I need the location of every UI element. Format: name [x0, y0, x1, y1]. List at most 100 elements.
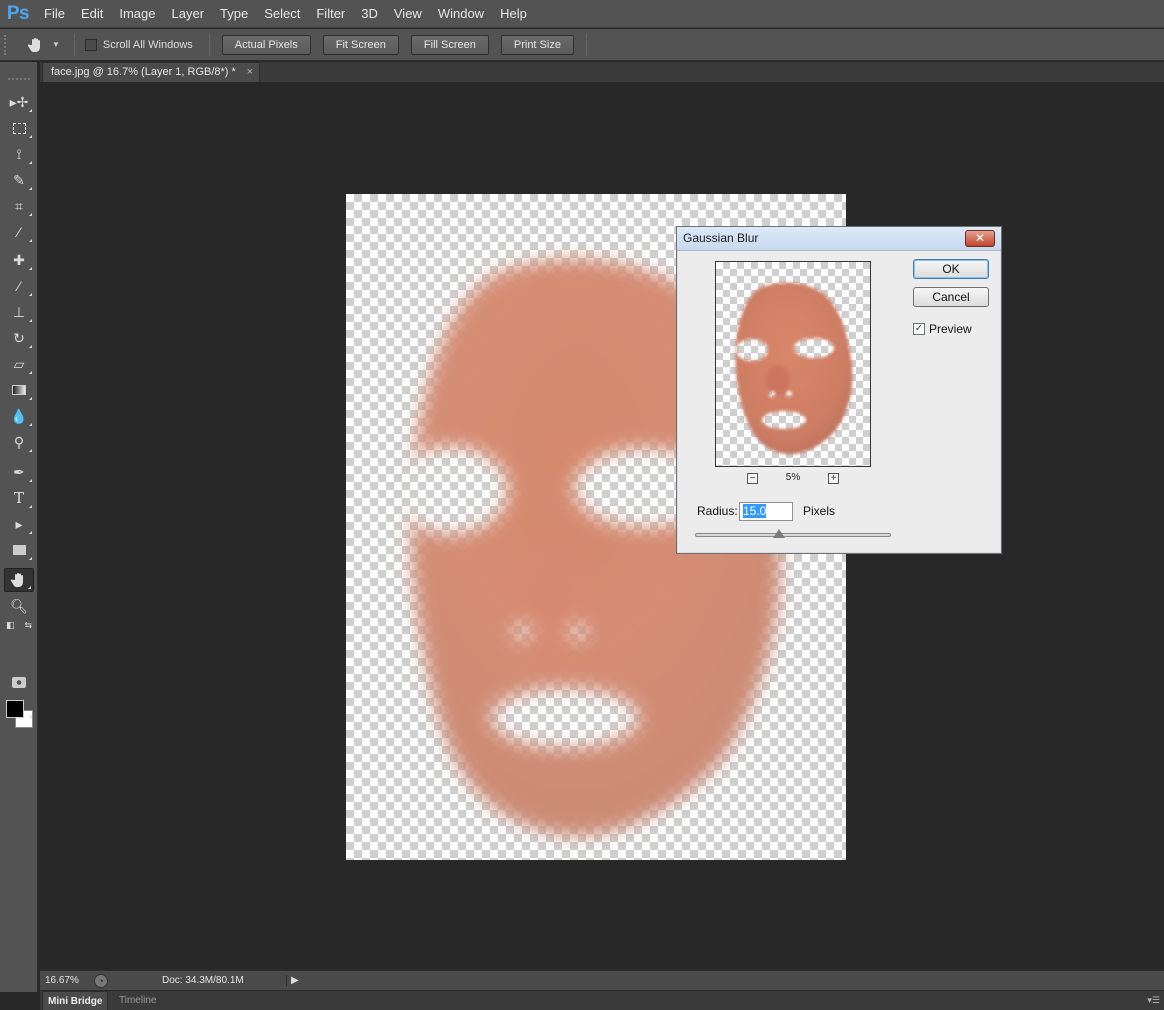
lasso-tool[interactable]: ⟟ [4, 142, 34, 166]
status-info-icon[interactable]: ◔ [94, 973, 108, 988]
swap-colors-icon: ⇆ [24, 619, 32, 630]
swap-colors[interactable]: ◧ ⇆ [4, 618, 34, 632]
crop-tool[interactable]: ⌗ [4, 194, 34, 218]
marquee-tool[interactable] [4, 116, 34, 140]
filter-preview[interactable] [715, 261, 871, 467]
actual-pixels-button[interactable]: Actual Pixels [221, 34, 311, 55]
eyedropper-tool[interactable]: ⁄ [4, 220, 34, 244]
gradient-tool[interactable] [4, 378, 34, 402]
options-grip[interactable] [4, 34, 12, 55]
radius-slider-thumb[interactable] [773, 529, 785, 538]
pen-icon: ✒ [13, 463, 25, 480]
pen-tool[interactable]: ✒ [4, 460, 34, 484]
default-colors-icon: ◧ [6, 619, 15, 630]
stamp-tool[interactable]: ⊥ [4, 300, 34, 324]
move-icon: ▸✢ [9, 93, 29, 110]
hand-icon [10, 573, 23, 587]
foreground-color-swatch[interactable] [6, 700, 24, 718]
menu-type[interactable]: Type [212, 0, 256, 28]
document-tab-title: face.jpg @ 16.7% (Layer 1, RGB/8*) * [51, 66, 236, 78]
bottom-panel: Mini Bridge Timeline ▾☰ [40, 990, 1164, 1010]
menu-view[interactable]: View [386, 0, 430, 28]
zoom-out-button[interactable]: − [747, 473, 758, 484]
units-label: Pixels [803, 504, 836, 518]
eraser-tool[interactable]: ▱ [4, 352, 34, 376]
document-tab[interactable]: face.jpg @ 16.7% (Layer 1, RGB/8*) * × [42, 62, 260, 82]
blur-tool[interactable]: 💧 [4, 404, 34, 428]
dodge-icon: ⚲ [13, 433, 25, 450]
chevron-down-icon[interactable]: ▼ [52, 40, 60, 49]
menu-help[interactable]: Help [492, 0, 535, 28]
menu-select[interactable]: Select [256, 0, 308, 28]
hand-icon [27, 37, 40, 52]
gaussian-blur-dialog: Gaussian Blur ✕ − 5% + OK Cancel ✓ Previ… [676, 226, 1002, 554]
preview-zoom-level: 5% [785, 472, 801, 483]
menu-window[interactable]: Window [430, 0, 492, 28]
path-select-icon: ▸ [15, 515, 23, 532]
zoom-in-button[interactable]: + [828, 473, 839, 484]
menu-file[interactable]: File [36, 0, 73, 28]
dialog-titlebar[interactable]: Gaussian Blur ✕ [677, 227, 1001, 251]
cancel-button[interactable]: Cancel [913, 287, 989, 307]
menu-image[interactable]: Image [111, 0, 163, 28]
menu-edit[interactable]: Edit [73, 0, 111, 28]
zoom-icon: 🔍︎ [10, 597, 28, 614]
rectangle-tool[interactable] [4, 538, 34, 562]
photoshop-window: Ps File Edit Image Layer Type Select Fil… [0, 0, 1164, 1010]
dodge-tool[interactable]: ⚲ [4, 430, 34, 454]
menu-3d[interactable]: 3D [353, 0, 386, 28]
divider [208, 33, 210, 56]
path-select-tool[interactable]: ▸ [4, 512, 34, 536]
quick-mask-icon [12, 676, 26, 688]
fill-screen-button[interactable]: Fill Screen [410, 34, 489, 55]
menu-layer[interactable]: Layer [164, 0, 213, 28]
document-tab-bar: face.jpg @ 16.7% (Layer 1, RGB/8*) * × [40, 62, 1164, 82]
dialog-title: Gaussian Blur [683, 231, 759, 245]
radius-input[interactable]: 15.0 [739, 502, 793, 521]
brush-tool[interactable]: ⁄ [4, 274, 34, 298]
hand-tool[interactable] [4, 568, 34, 592]
preview-checkbox[interactable]: ✓ [913, 323, 925, 335]
menu-filter[interactable]: Filter [308, 0, 353, 28]
brush-icon: ⁄ [17, 278, 21, 294]
type-icon: T [13, 489, 24, 507]
tools-panel: ▸✢ ⟟ ✎ ⌗ ⁄ ✚ ⁄ ⊥ ↻ ▱ 💧 ⚲ ✒ T ▸ 🔍︎ ◧⇆ ⧉ [0, 62, 38, 992]
radius-label: Radius: [697, 504, 738, 518]
panel-menu-icon[interactable]: ▾☰ [1147, 995, 1160, 1006]
quick-mask-button[interactable] [4, 670, 34, 694]
close-button[interactable]: ✕ [965, 230, 995, 247]
history-brush-tool[interactable]: ↻ [4, 326, 34, 350]
close-icon: ✕ [974, 231, 986, 245]
tab-timeline[interactable]: Timeline [114, 991, 161, 1010]
preview-label: Preview [929, 322, 972, 336]
tab-mini-bridge[interactable]: Mini Bridge [42, 991, 109, 1010]
ok-button[interactable]: OK [913, 259, 989, 279]
type-tool[interactable]: T [4, 486, 34, 510]
divider [585, 33, 587, 56]
history-brush-icon: ↻ [13, 329, 25, 346]
radius-slider-track[interactable] [695, 533, 891, 537]
app-logo: Ps [6, 2, 30, 24]
scroll-all-windows-checkbox[interactable] [84, 38, 97, 51]
preview-face-image [735, 282, 853, 455]
healing-icon: ✚ [13, 251, 25, 268]
tools-grip[interactable] [8, 78, 30, 81]
stamp-icon: ⊥ [12, 303, 26, 320]
status-menu-arrow-icon[interactable]: ▶ [286, 975, 299, 986]
move-tool[interactable]: ▸✢ [4, 90, 34, 114]
zoom-tool[interactable]: 🔍︎ [4, 594, 34, 618]
close-icon[interactable]: × [247, 63, 253, 82]
marquee-icon [12, 122, 26, 134]
gradient-icon [12, 385, 26, 395]
healing-tool[interactable]: ✚ [4, 248, 34, 272]
options-bar: ▼ Scroll All Windows Actual Pixels Fit S… [0, 29, 1164, 61]
print-size-button[interactable]: Print Size [500, 34, 574, 55]
eraser-icon: ▱ [13, 355, 25, 372]
hand-tool-preset[interactable] [18, 33, 54, 57]
radius-value: 15.0 [743, 504, 767, 518]
quick-select-tool[interactable]: ✎ [4, 168, 34, 192]
menu-bar: Ps File Edit Image Layer Type Select Fil… [0, 0, 1164, 28]
zoom-level[interactable]: 16.67% [40, 975, 90, 986]
fit-screen-button[interactable]: Fit Screen [322, 34, 399, 55]
crop-icon: ⌗ [15, 197, 23, 214]
